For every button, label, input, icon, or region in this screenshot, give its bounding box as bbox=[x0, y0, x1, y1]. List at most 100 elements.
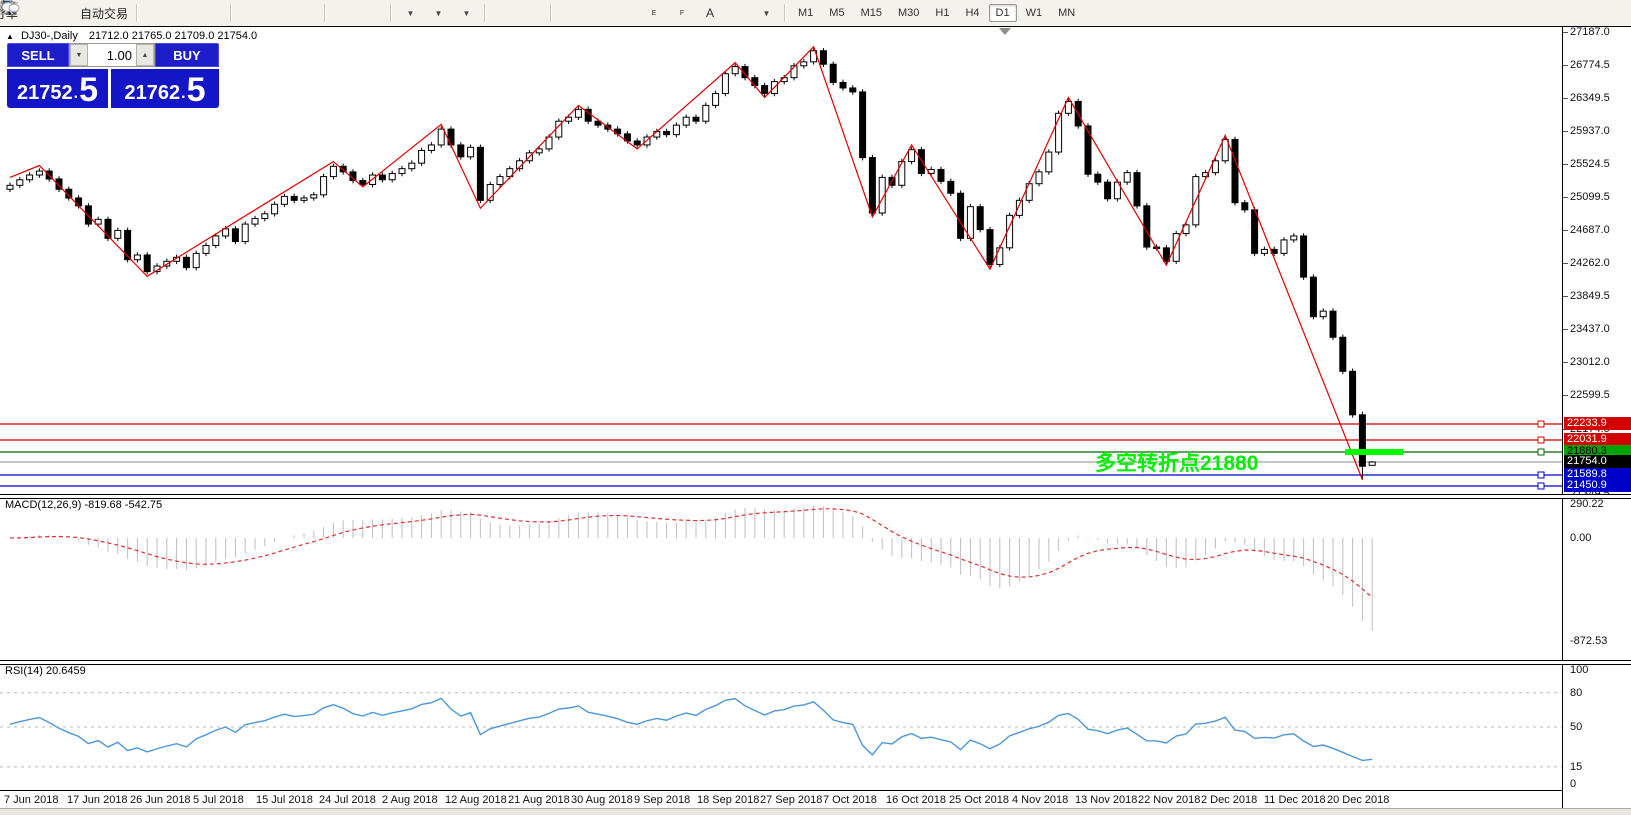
pane-separator[interactable] bbox=[0, 660, 1631, 665]
price-pane[interactable] bbox=[0, 27, 1562, 494]
candle-body bbox=[869, 158, 875, 213]
timeframe-button-h1[interactable]: H1 bbox=[928, 4, 956, 22]
timeframe-button-m15[interactable]: M15 bbox=[854, 4, 889, 22]
horizontal-line-tool-icon[interactable] bbox=[584, 1, 612, 25]
trendline-tool-icon[interactable] bbox=[612, 1, 640, 25]
candle-body bbox=[801, 62, 807, 66]
timeframe-button-m30[interactable]: M30 bbox=[891, 4, 926, 22]
chart-shift-icon[interactable] bbox=[358, 1, 386, 25]
candlestick-chart-svg[interactable] bbox=[0, 27, 1562, 494]
price-tick-label: 24687.0 bbox=[1570, 224, 1610, 236]
level-line-handle[interactable] bbox=[1538, 483, 1544, 489]
date-tick-label: 26 Jun 2018 bbox=[130, 794, 191, 806]
candle-body bbox=[1222, 139, 1228, 160]
line-chart-icon[interactable] bbox=[198, 1, 226, 25]
level-line-handle[interactable] bbox=[1538, 449, 1544, 455]
pivot-annotation-text[interactable]: 多空转折点21880 bbox=[1095, 447, 1258, 477]
sell-button[interactable]: SELL bbox=[7, 43, 69, 67]
rsi-line bbox=[10, 698, 1372, 760]
candle-body bbox=[683, 117, 689, 125]
candle-body bbox=[281, 196, 287, 204]
equidistant-channel-icon[interactable]: E bbox=[640, 1, 668, 25]
autotrade-button[interactable] bbox=[50, 1, 78, 25]
candle-body bbox=[693, 117, 699, 121]
volume-input[interactable]: 1.00 bbox=[88, 44, 136, 66]
price-tick-label: 22599.5 bbox=[1570, 389, 1610, 401]
candle-body bbox=[1252, 210, 1258, 254]
bar-chart-icon[interactable] bbox=[142, 1, 170, 25]
level-line-handle[interactable] bbox=[1538, 421, 1544, 427]
timeframe-button-mn[interactable]: MN bbox=[1051, 4, 1082, 22]
vertical-line-tool-icon[interactable] bbox=[556, 1, 584, 25]
chart-title: ▲ DJ30-,Daily 21712.0 21765.0 21709.0 21… bbox=[6, 30, 257, 42]
candle-body bbox=[1134, 173, 1140, 206]
timeframe-button-m5[interactable]: M5 bbox=[822, 4, 851, 22]
zoom-in-icon[interactable] bbox=[236, 1, 264, 25]
indicators-icon[interactable]: ▼ bbox=[452, 1, 480, 25]
chat-icon[interactable] bbox=[1597, 1, 1625, 25]
sell-price-display[interactable]: 21752.5 bbox=[7, 69, 108, 108]
volume-decrease-button[interactable]: ▼ bbox=[70, 44, 88, 66]
price-tick-label: 23012.0 bbox=[1570, 356, 1610, 368]
chart-window: ▲ DJ30-,Daily 21712.0 21765.0 21709.0 21… bbox=[0, 26, 1631, 814]
macd-chart-svg[interactable] bbox=[0, 497, 1562, 660]
candle-body bbox=[850, 88, 856, 92]
candle-body bbox=[389, 173, 395, 179]
profiles-clock-icon[interactable]: ▼ bbox=[424, 1, 452, 25]
level-line-handle[interactable] bbox=[1538, 472, 1544, 478]
collapse-triangle-icon[interactable]: ▲ bbox=[6, 32, 14, 41]
toolbar-separator bbox=[484, 4, 486, 22]
candle-body bbox=[1124, 173, 1130, 182]
candlestick-chart-icon[interactable] bbox=[170, 1, 198, 25]
candle-body bbox=[262, 214, 268, 219]
date-tick-label: 12 Aug 2018 bbox=[445, 794, 507, 806]
crosshair-icon[interactable] bbox=[518, 1, 546, 25]
candle-body bbox=[497, 177, 503, 185]
new-chart-icon[interactable]: ▼ bbox=[396, 1, 424, 25]
auto-scroll-icon[interactable] bbox=[330, 1, 358, 25]
candle-body bbox=[1350, 371, 1356, 415]
timeframe-button-h4[interactable]: H4 bbox=[958, 4, 986, 22]
timeframe-button-w1[interactable]: W1 bbox=[1019, 4, 1050, 22]
rsi-pane[interactable] bbox=[0, 663, 1562, 789]
candle-body bbox=[1016, 200, 1022, 215]
price-level-label: 21754.0 bbox=[1564, 455, 1631, 468]
candle-body bbox=[301, 198, 307, 200]
zigzag-line[interactable] bbox=[10, 47, 1362, 480]
candle-body bbox=[193, 253, 199, 267]
fibonacci-tool-icon[interactable]: F bbox=[668, 1, 696, 25]
macd-axis-label: 0.00 bbox=[1570, 532, 1591, 544]
timeframe-button-d1[interactable]: D1 bbox=[989, 4, 1017, 22]
order-coins-icon[interactable] bbox=[22, 1, 50, 25]
price-tick-label: 25099.5 bbox=[1570, 191, 1610, 203]
rsi-chart-svg[interactable] bbox=[0, 663, 1562, 789]
arrows-tool-icon[interactable]: ▼ bbox=[752, 1, 780, 25]
zoom-out-icon[interactable] bbox=[264, 1, 292, 25]
tile-windows-icon[interactable] bbox=[292, 1, 320, 25]
chart-shift-marker-icon[interactable] bbox=[999, 28, 1011, 35]
text-tool-icon[interactable]: A bbox=[696, 1, 724, 25]
candle-body bbox=[732, 67, 738, 74]
level-line-handle[interactable] bbox=[1538, 437, 1544, 443]
price-axis[interactable]: 27187.026774.526349.525937.025524.525099… bbox=[1562, 27, 1631, 814]
timeframe-button-m1[interactable]: M1 bbox=[791, 4, 820, 22]
pane-separator[interactable] bbox=[0, 494, 1631, 499]
candle-body bbox=[1046, 152, 1052, 172]
chart-plot-area[interactable] bbox=[0, 27, 1562, 814]
macd-pane[interactable] bbox=[0, 497, 1562, 660]
candle-body bbox=[321, 177, 327, 195]
chart-ohlc-values: 21712.0 21765.0 21709.0 21754.0 bbox=[89, 30, 257, 42]
search-icon[interactable] bbox=[1569, 1, 1597, 25]
window-bottom-strip bbox=[0, 808, 1631, 815]
buy-button[interactable]: BUY bbox=[155, 43, 219, 67]
rsi-axis-label: 15 bbox=[1570, 761, 1582, 773]
text-label-tool-icon[interactable]: T bbox=[724, 1, 752, 25]
cursor-icon[interactable] bbox=[490, 1, 518, 25]
volume-increase-button[interactable]: ▲ bbox=[136, 44, 154, 66]
date-tick-label: 20 Dec 2018 bbox=[1327, 794, 1389, 806]
pivot-green-segment[interactable] bbox=[1345, 449, 1403, 455]
price-tick-label: 25937.0 bbox=[1570, 125, 1610, 137]
candle-body bbox=[340, 166, 346, 172]
buy-price-display[interactable]: 21762.5 bbox=[111, 69, 219, 108]
toolbar-separator bbox=[324, 4, 326, 22]
